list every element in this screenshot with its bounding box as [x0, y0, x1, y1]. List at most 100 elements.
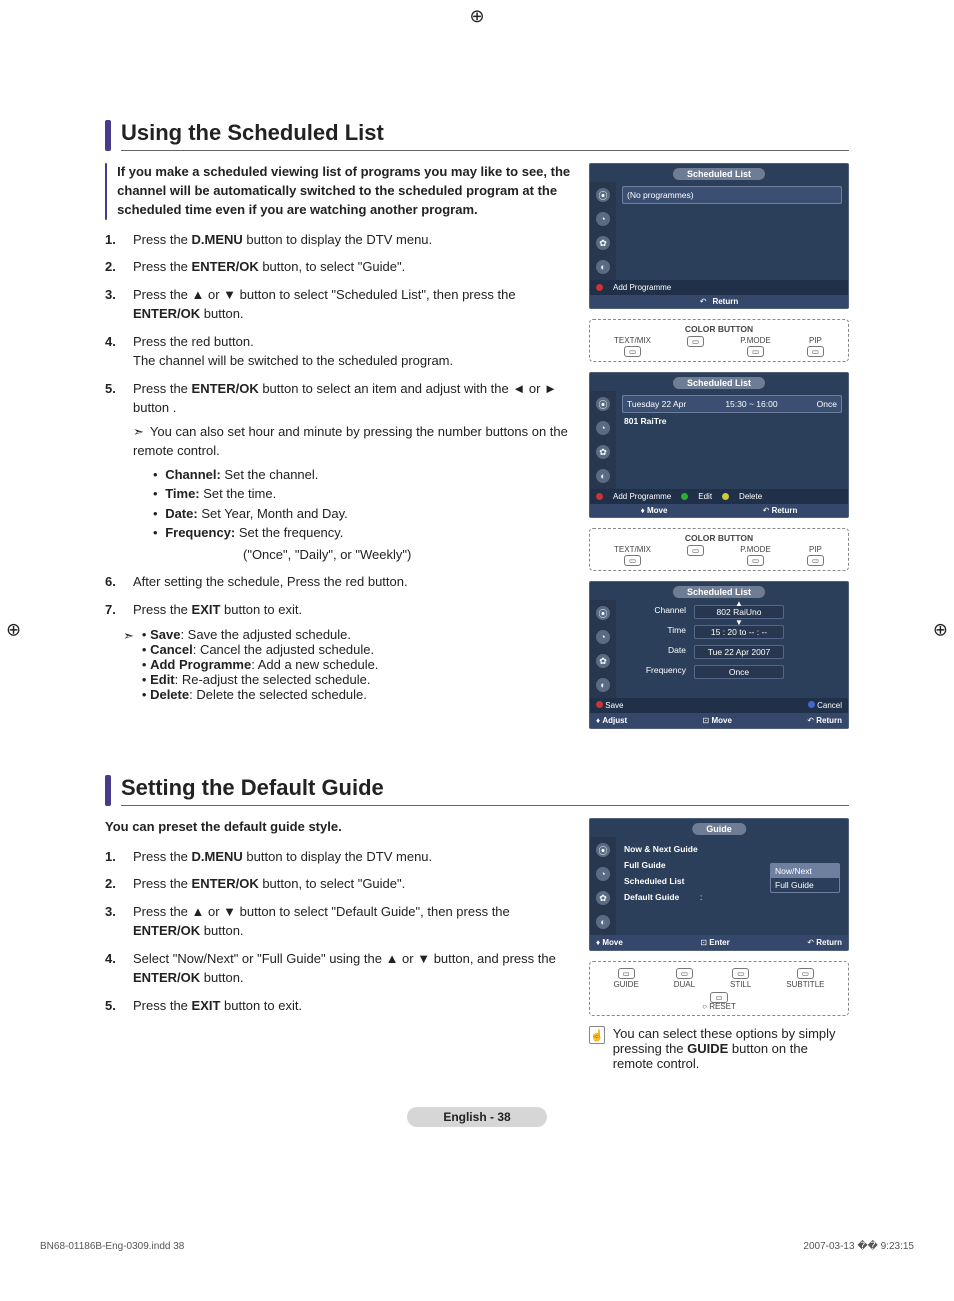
popup-option: Full Guide: [771, 878, 839, 892]
channel-value-box: ▲ 802 RaiUno ▼: [694, 605, 784, 619]
remote-reset-label: RESET: [709, 1002, 736, 1011]
menu-icon: ⦿: [596, 606, 610, 620]
step-body: Press the ENTER/OK button, to select "Gu…: [133, 874, 571, 894]
remote-key-icon: ▭: [676, 968, 693, 979]
step5-subnote: ➣You can also set hour and minute by pre…: [133, 422, 571, 461]
section2-title: Setting the Default Guide: [121, 775, 849, 806]
step-number: 2.: [105, 257, 123, 277]
osd-no-programmes-row: (No programmes): [622, 186, 842, 204]
note-arrow-icon: ➣: [123, 628, 134, 702]
menu-icon: ◔: [596, 630, 610, 644]
section2-header: Setting the Default Guide: [105, 775, 849, 806]
return-arrow-icon: ↶: [700, 297, 707, 306]
default-guide-popup: Now/Next Full Guide: [770, 863, 840, 893]
red-dot-icon: [596, 701, 603, 708]
menu-icon: ✿: [596, 445, 610, 459]
menu-icon: ◔: [596, 421, 610, 435]
menu-icon: ✿: [596, 236, 610, 250]
menu-icon: ⦿: [596, 397, 610, 411]
doc-footer-timestamp: 2007-03-13 �� 9:23:15: [803, 1241, 914, 1252]
step-number: 2.: [105, 874, 123, 894]
remote-key-label: TEXT/MIX: [614, 545, 651, 554]
remote-key-icon: ▭: [797, 968, 814, 979]
remote-key-icon: ▭: [618, 968, 635, 979]
section1-tail-notes: ➣ • Save: Save the adjusted schedule. • …: [123, 627, 571, 702]
section1-steps: 1. Press the D.MENU button to display th…: [105, 230, 571, 620]
section1-intro-text: If you make a scheduled viewing list of …: [117, 163, 571, 220]
return-arrow-icon: ↶: [807, 938, 816, 947]
menu-icon: ◐: [596, 678, 610, 692]
step-number: 1.: [105, 230, 123, 250]
osd-scheduled-list-edit: Scheduled List ⦿ ◔ ✿ ◐ Channel ▲ 802: [589, 581, 849, 729]
remote-key-icon: ▭: [687, 336, 704, 347]
bullet-dot-icon: •: [142, 657, 150, 672]
remote-key-label: STILL: [730, 980, 751, 989]
step-number: 4.: [105, 949, 123, 988]
osd-field-time: Time 15 : 20 to -- : --: [622, 622, 842, 642]
osd-scheduled-list-one-entry: Scheduled List ⦿ ◔ ✿ ◐ Tuesday 22 Apr 15…: [589, 372, 849, 518]
section1-right-column: Scheduled List ⦿ ◔ ✿ ◐ (No programmes): [589, 163, 849, 739]
remote-hint-guide-buttons: ▭GUIDE ▭DUAL ▭STILL ▭SUBTITLE ▭○ RESET: [589, 961, 849, 1016]
step-number: 3.: [105, 902, 123, 941]
return-arrow-icon: ↶: [763, 506, 772, 515]
menu-icon: ◐: [596, 260, 610, 274]
osd-field-date: Date Tue 22 Apr 2007: [622, 642, 842, 662]
return-arrow-icon: ↶: [807, 716, 816, 725]
step-number: 3.: [105, 285, 123, 324]
section2-intro: You can preset the default guide style.: [105, 818, 571, 837]
bullet-dot-icon: •: [153, 506, 158, 521]
step-body: Select "Now/Next" or "Full Guide" using …: [133, 949, 571, 988]
menu-icon: ⦿: [596, 188, 610, 202]
osd-scheduled-list-empty: Scheduled List ⦿ ◔ ✿ ◐ (No programmes): [589, 163, 849, 309]
remote-hint-color-buttons: COLOR BUTTON TEXT/MIX▭ ▭ P.MODE▭ PIP▭: [589, 319, 849, 362]
remote-key-icon: ▭: [747, 555, 764, 566]
bullet-dot-icon: •: [153, 467, 158, 482]
popup-option-selected: Now/Next: [771, 864, 839, 878]
osd-title: Guide: [692, 823, 746, 835]
step-body: Press the ENTER/OK button, to select "Gu…: [133, 257, 571, 277]
remote-key-label: P.MODE: [740, 545, 771, 554]
bullet-dot-icon: •: [142, 687, 150, 702]
osd-schedule-channel: 801 RaiTre: [622, 413, 842, 429]
osd-bottom-bar: ♦ Adjust ⊡ Move ↶ Return: [590, 713, 848, 728]
section2-right-column: Guide ⦿ ◔ ✿ ◐ Now & Next Guide Full Guid…: [589, 818, 849, 1071]
guide-item: Now & Next Guide: [622, 841, 842, 857]
osd-side-icons: ⦿ ◔ ✿ ◐: [590, 837, 616, 935]
remote-key-label: PIP: [809, 336, 822, 345]
remote-key-icon: ▭: [732, 968, 749, 979]
step-body: Press the D.MENU button to display the D…: [133, 230, 571, 250]
section2-steps: 1. Press the D.MENU button to display th…: [105, 847, 571, 1016]
menu-icon: ◐: [596, 469, 610, 483]
step-number: 5.: [105, 379, 123, 565]
remote-key-icon: ▭: [624, 346, 641, 357]
osd-bottom-bar: ♦ Move ⊡ Enter ↶ Return: [590, 935, 848, 950]
remote-key-label: P.MODE: [740, 336, 771, 345]
osd-guide-default: Guide ⦿ ◔ ✿ ◐ Now & Next Guide Full Guid…: [589, 818, 849, 951]
section2-left-column: You can preset the default guide style. …: [105, 818, 571, 1071]
enter-icon: ⊡: [700, 938, 709, 947]
osd-footer: Add Programme: [590, 280, 848, 295]
frequency-options-note: ("Once", "Daily", or "Weekly"): [243, 545, 571, 565]
guide-tip: ☝ You can select these options by simply…: [589, 1026, 849, 1071]
remote-key-label: DUAL: [674, 980, 695, 989]
crop-mark-left: ⊕: [6, 620, 21, 641]
menu-icon: ✿: [596, 654, 610, 668]
step5-bullets: • Channel: Set the channel. • Time: Set …: [153, 465, 571, 565]
bullet-dot-icon: •: [153, 525, 158, 540]
step-body: Press the EXIT button to exit.: [133, 996, 571, 1016]
remote-key-icon: ▭: [807, 346, 824, 357]
osd-return-row: ♦ Move ↶ Return: [590, 504, 848, 517]
osd-footer: Save Cancel: [590, 698, 848, 713]
step-body: Press the ▲ or ▼ button to select "Sched…: [133, 285, 571, 324]
remote-key-icon: ▭: [747, 346, 764, 357]
osd-title: Scheduled List: [673, 377, 765, 389]
yellow-dot-icon: [722, 493, 729, 500]
up-arrow-icon: ▲: [735, 599, 743, 608]
red-dot-icon: [596, 284, 603, 291]
remote-key-label: PIP: [809, 545, 822, 554]
osd-footer: Add Programme Edit Delete: [590, 489, 848, 504]
step-body: Press the red button. The channel will b…: [133, 332, 571, 371]
menu-icon: ◔: [596, 212, 610, 226]
step-body: Press the EXIT button to exit.: [133, 600, 571, 620]
section1-intro: If you make a scheduled viewing list of …: [105, 163, 571, 220]
